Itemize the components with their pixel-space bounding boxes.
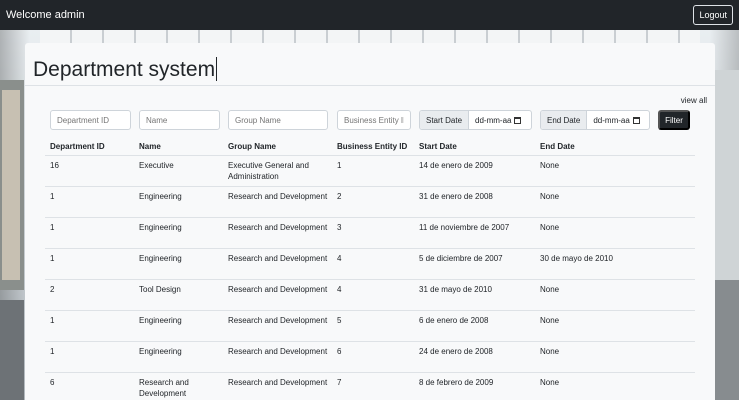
end-date-cell: None [540, 347, 560, 356]
end-date-cell: None [540, 378, 560, 387]
filter-bar: Start Date dd-mm-aa End Date dd-mm-aa Fi… [25, 110, 715, 132]
table-row: 1 Engineering Research and Development 5 6 d… [45, 311, 695, 342]
department-id-cell: 1 [50, 223, 55, 232]
group-name-cell: Research and Development [228, 378, 328, 387]
end-date-value: dd-mm-aa [593, 115, 630, 125]
group-name-cell: Research and Development [228, 254, 328, 263]
calendar-icon[interactable] [632, 116, 640, 124]
group-name-cell: Research and Development [228, 285, 328, 294]
end-date-cell: 30 de mayo de 2010 [540, 254, 613, 263]
department-id-cell: 1 [50, 347, 55, 356]
column-header: Start Date [419, 142, 457, 151]
end-date-cell: None [540, 316, 560, 325]
department-id-cell: 16 [50, 161, 59, 170]
end-date-input[interactable]: dd-mm-aa [587, 111, 643, 129]
group-name-cell: Research and Development [228, 316, 328, 325]
group-name-cell: Executive General and Administration [228, 161, 309, 181]
name-cell: Engineering [139, 192, 182, 201]
desk-right [715, 280, 739, 400]
start-date-cell: 11 de noviembre de 2007 [419, 223, 510, 232]
column-header: Department ID [50, 142, 105, 151]
business-entity-cell: 6 [337, 347, 342, 356]
page-title: Department system [33, 57, 218, 82]
table-row: 16 Executive Executive General and Adminis… [45, 156, 695, 187]
business-entity-cell: 5 [337, 316, 342, 325]
start-date-value: dd-mm-aa [475, 115, 512, 125]
column-header: End Date [540, 142, 575, 151]
departments-table: Department ID Name Group Name Business E… [45, 138, 695, 400]
filter-button[interactable]: Filter [658, 110, 690, 130]
start-date-input[interactable]: dd-mm-aa [469, 111, 525, 129]
table-row: 2 Tool Design Research and Development 4 31 … [45, 280, 695, 311]
group-name-cell: Research and Development [228, 192, 328, 201]
start-date-cell: 31 de enero de 2008 [419, 192, 493, 201]
start-date-cell: 14 de enero de 2009 [419, 161, 493, 170]
name-cell: Engineering [139, 254, 182, 263]
start-date-label: Start Date [420, 111, 470, 129]
department-id-cell: 1 [50, 192, 55, 201]
view-all-link[interactable]: view all [681, 96, 707, 105]
text-caret [216, 57, 218, 81]
column-header: Business Entity ID [337, 142, 408, 151]
group-name-cell: Research and Development [228, 223, 328, 232]
table-row: 1 Engineering Research and Development 3 11 … [45, 218, 695, 249]
end-date-label: End Date [541, 111, 588, 129]
department-id-input[interactable] [50, 110, 131, 130]
business-entity-cell: 2 [337, 192, 342, 201]
main-card: Department system view all Start Date dd… [25, 43, 715, 400]
start-date-group: Start Date dd-mm-aa [419, 110, 532, 130]
name-cell: Executive [139, 161, 174, 170]
name-cell: Research and Development [139, 378, 189, 398]
department-id-cell: 6 [50, 378, 55, 387]
name-cell: Engineering [139, 347, 182, 356]
name-cell: Tool Design [139, 285, 181, 294]
start-date-cell: 6 de enero de 2008 [419, 316, 489, 325]
table-row: 1 Engineering Research and Development 4 5 d… [45, 249, 695, 280]
start-date-cell: 8 de febrero de 2009 [419, 378, 494, 387]
table-header: Department ID Name Group Name Business E… [45, 138, 695, 156]
start-date-cell: 5 de diciembre de 2007 [419, 254, 503, 263]
name-input[interactable] [139, 110, 220, 130]
welcome-text: Welcome admin [6, 9, 85, 21]
calendar-icon[interactable] [514, 116, 522, 124]
table-row: 1 Engineering Research and Development 2 31 … [45, 187, 695, 218]
logout-button[interactable]: Logout [693, 5, 733, 25]
department-id-cell: 2 [50, 285, 55, 294]
top-navbar: Welcome admin Logout [0, 0, 739, 30]
group-name-input[interactable] [228, 110, 328, 130]
title-divider [25, 85, 715, 86]
column-header: Name [139, 142, 161, 151]
window-left-view [2, 90, 20, 280]
column-header: Group Name [228, 142, 277, 151]
group-name-cell: Research and Development [228, 347, 328, 356]
end-date-cell: None [540, 161, 560, 170]
business-entity-cell: 1 [337, 161, 342, 170]
name-cell: Engineering [139, 223, 182, 232]
business-entity-cell: 4 [337, 254, 342, 263]
end-date-cell: None [540, 285, 560, 294]
end-date-group: End Date dd-mm-aa [540, 110, 650, 130]
page-title-text: Department system [33, 58, 216, 81]
table-row: 1 Engineering Research and Development 6 24 … [45, 342, 695, 373]
name-cell: Engineering [139, 316, 182, 325]
end-date-cell: None [540, 192, 560, 201]
desk-left [0, 300, 24, 400]
business-entity-cell: 4 [337, 285, 342, 294]
ceiling-lights [40, 30, 700, 44]
start-date-cell: 31 de mayo de 2010 [419, 285, 492, 294]
start-date-cell: 24 de enero de 2008 [419, 347, 493, 356]
table-body: 16 Executive Executive General and Adminis… [45, 156, 695, 400]
table-row: 6 Research and Development Research and De… [45, 373, 695, 400]
business-entity-cell: 3 [337, 223, 342, 232]
end-date-cell: None [540, 223, 560, 232]
department-id-cell: 1 [50, 254, 55, 263]
business-entity-cell: 7 [337, 378, 342, 387]
department-id-cell: 1 [50, 316, 55, 325]
business-entity-input[interactable] [337, 110, 411, 130]
